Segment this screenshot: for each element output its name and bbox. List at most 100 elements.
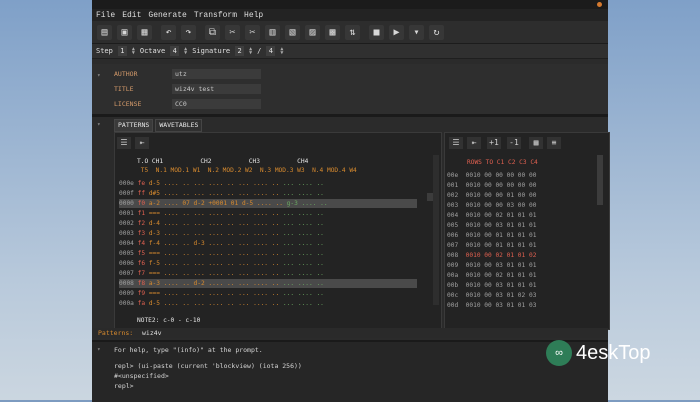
sequence-row-values[interactable]: 0010 00 03 01 01 01: [466, 262, 537, 269]
sequence-row-values[interactable]: 0010 00 03 01 01 03: [466, 302, 537, 309]
pattern-cell[interactable]: 0003: [119, 230, 134, 237]
pattern-cell[interactable]: d-3 .... ..: [149, 230, 194, 237]
sequence-row-values[interactable]: 0010 00 00 00 00 00: [466, 182, 537, 189]
collapse-icon[interactable]: ▾: [97, 72, 101, 79]
pattern-cell[interactable]: ... .... ..: [238, 190, 283, 197]
pattern-cell[interactable]: ... .... ..: [238, 280, 283, 287]
pattern-cell[interactable]: a-2 .... 07: [149, 200, 194, 207]
pattern-cell[interactable]: ... .... ..: [283, 190, 324, 197]
pattern-row[interactable]: 000a fa d-5 .... .. ... .... .. ... ....…: [119, 299, 417, 308]
pattern-cell[interactable]: d-5 .... ..: [149, 180, 194, 187]
pattern-cell[interactable]: 0006: [119, 260, 134, 267]
pattern-cell[interactable]: 0002: [119, 220, 134, 227]
save-icon[interactable]: ▦: [137, 24, 152, 40]
pattern-cell[interactable]: f0: [134, 200, 149, 207]
pattern-cell[interactable]: 0007: [119, 270, 134, 277]
sequence-row[interactable]: 00a 0010 00 02 01 01 01: [447, 271, 536, 280]
sequence-row-values[interactable]: 0010 00 03 01 01 01: [466, 222, 537, 229]
console-prompt[interactable]: repl>: [114, 382, 134, 390]
clipboard-alt-icon[interactable]: ▩: [325, 24, 340, 40]
close-dot-icon[interactable]: [597, 2, 602, 7]
pattern-cell[interactable]: d-3 .... ..: [194, 240, 239, 247]
repl-console[interactable]: ▾ For help, type "(info)" at the prompt.…: [92, 340, 608, 402]
pattern-cell[interactable]: ... .... ..: [194, 210, 239, 217]
pattern-cell[interactable]: g-3 .... ..: [287, 200, 328, 207]
pattern-cell[interactable]: === .... ..: [149, 210, 194, 217]
collapse-seq-icon[interactable]: ⇤: [467, 137, 481, 149]
sequence-row-values[interactable]: 0010 00 00 01 00 00: [466, 192, 537, 199]
pattern-cell[interactable]: fa: [134, 300, 149, 307]
pattern-cell[interactable]: ... .... ..: [238, 240, 283, 247]
pattern-cell[interactable]: ... .... ..: [283, 230, 324, 237]
pattern-cell[interactable]: ... .... ..: [283, 220, 324, 227]
pattern-cell[interactable]: f3: [134, 230, 149, 237]
tab-patterns[interactable]: PATTERNS: [114, 119, 154, 132]
menu-generate[interactable]: Generate: [148, 11, 186, 20]
license-field[interactable]: CC0: [172, 99, 261, 109]
pattern-row[interactable]: 0005 f5 === .... .. ... .... .. ... ....…: [119, 249, 417, 258]
plus-one-button[interactable]: +1: [487, 137, 501, 149]
sequence-row-values[interactable]: 0010 00 00 00 00 00: [466, 172, 537, 179]
pattern-cell[interactable]: ... .... ..: [194, 260, 239, 267]
pattern-scrollbar-track[interactable]: [433, 155, 439, 305]
pattern-cell[interactable]: ... .... ..: [194, 180, 239, 187]
pattern-cell[interactable]: d-4 .... ..: [149, 220, 194, 227]
pattern-cell[interactable]: f5: [134, 250, 149, 257]
sequence-row-values[interactable]: 0010 00 03 01 02 03: [466, 292, 537, 299]
pattern-cell[interactable]: ... .... ..: [238, 260, 283, 267]
menu-help[interactable]: Help: [244, 11, 263, 20]
pattern-cell[interactable]: f7: [134, 270, 149, 277]
tab-wavetables[interactable]: WAVETABLES: [155, 119, 203, 132]
stop-icon[interactable]: ■: [369, 24, 384, 40]
pattern-row[interactable]: 0003 f3 d-3 .... .. ... .... .. ... ....…: [119, 229, 417, 238]
collapse-columns-icon[interactable]: ⇤: [135, 137, 149, 149]
copy-icon[interactable]: ⧉: [205, 24, 220, 40]
pattern-cell[interactable]: === .... ..: [149, 250, 194, 257]
pattern-row[interactable]: 0000 f0 a-2 .... 07 d-2 +0001 01 d-5 ...…: [119, 199, 417, 208]
pattern-cell[interactable]: ... .... ..: [238, 270, 283, 277]
pattern-cell[interactable]: ... .... ..: [238, 290, 283, 297]
pattern-cell[interactable]: ... .... ..: [283, 270, 324, 277]
play-icon[interactable]: ▶: [389, 24, 404, 40]
sequence-row-values[interactable]: 0010 00 02 01 01 02: [466, 252, 537, 259]
pattern-cell[interactable]: 000f: [119, 190, 134, 197]
pattern-cell[interactable]: ... .... ..: [194, 250, 239, 257]
sequence-row-values[interactable]: 0010 00 00 03 00 00: [466, 202, 537, 209]
pattern-cell[interactable]: ... .... ..: [238, 180, 283, 187]
pattern-row[interactable]: 000e fe d-5 .... .. ... .... .. ... ....…: [119, 179, 417, 188]
pattern-cell[interactable]: d-5 .... ..: [242, 200, 287, 207]
pattern-cell[interactable]: ... .... ..: [238, 220, 283, 227]
pattern-cell[interactable]: ... .... ..: [238, 230, 283, 237]
list-icon[interactable]: ☰: [449, 137, 463, 149]
pattern-cell[interactable]: ... .... ..: [194, 190, 239, 197]
cut-icon[interactable]: ✂: [225, 24, 240, 40]
expand-icon[interactable]: ☰: [117, 137, 131, 149]
pattern-cell[interactable]: d-5 .... ..: [149, 300, 194, 307]
sequence-row[interactable]: 00b 0010 00 03 01 01 01: [447, 281, 536, 290]
pattern-cell[interactable]: 0008: [119, 280, 134, 287]
pattern-cell[interactable]: ... .... ..: [283, 250, 324, 257]
pattern-cell[interactable]: f-5 .... ..: [149, 260, 194, 267]
pattern-cell[interactable]: ... .... ..: [194, 220, 239, 227]
grid-icon[interactable]: ▦: [529, 137, 543, 149]
octave-value[interactable]: 4: [170, 46, 180, 56]
pattern-cell[interactable]: d-2 +0001 01: [194, 200, 242, 207]
minus-one-button[interactable]: -1: [507, 137, 521, 149]
pattern-row[interactable]: 0002 f2 d-4 .... .. ... .... .. ... ....…: [119, 219, 417, 228]
pattern-cell[interactable]: 0000: [119, 200, 134, 207]
pattern-cell[interactable]: 0004: [119, 240, 134, 247]
pattern-cell[interactable]: ... .... ..: [283, 210, 324, 217]
pattern-cell[interactable]: ... .... ..: [194, 300, 239, 307]
swap-icon[interactable]: ⇅: [345, 24, 360, 40]
redo-icon[interactable]: ↷: [181, 24, 196, 40]
pattern-cell[interactable]: ... .... ..: [283, 240, 324, 247]
sequence-row[interactable]: 003 0010 00 00 03 00 00: [447, 201, 536, 210]
title-field[interactable]: wiz4v test: [172, 84, 261, 94]
pattern-cell[interactable]: f-4 .... ..: [149, 240, 194, 247]
sequence-row-values[interactable]: 0010 00 02 01 01 01: [466, 212, 537, 219]
sequence-row[interactable]: 005 0010 00 03 01 01 01: [447, 221, 536, 230]
pattern-row[interactable]: 0006 f6 f-5 .... .. ... .... .. ... ....…: [119, 259, 417, 268]
sequence-row[interactable]: 006 0010 00 01 01 01 01: [447, 231, 536, 240]
pattern-cell[interactable]: ... .... ..: [283, 180, 324, 187]
pattern-cell[interactable]: 0005: [119, 250, 134, 257]
